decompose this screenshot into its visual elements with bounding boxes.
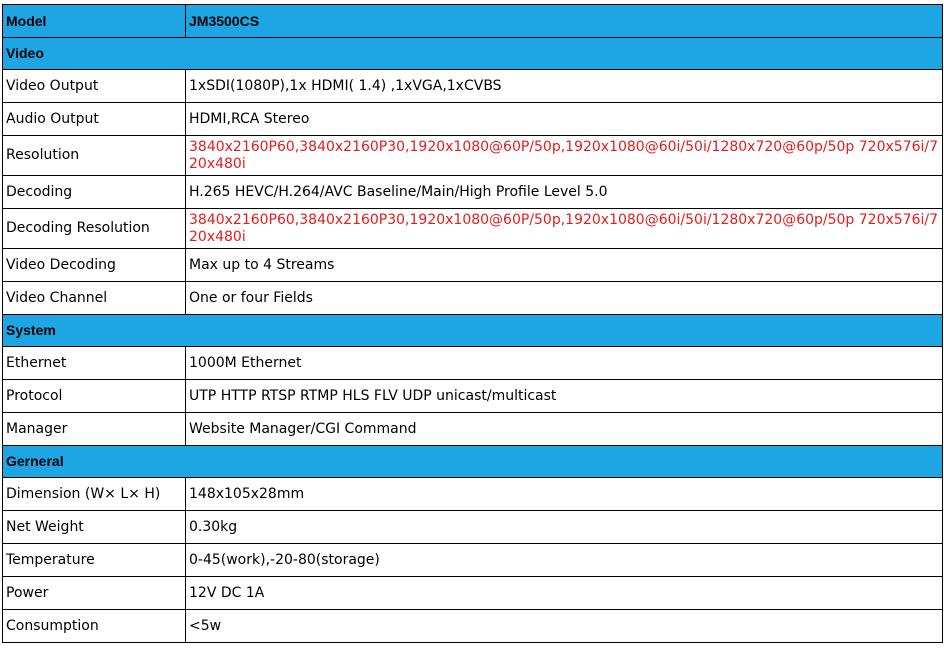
section-header-system: System (2, 314, 943, 347)
row-label: Decoding (2, 175, 186, 209)
table-row: Video Channel One or four Fields (2, 281, 943, 315)
row-label: Consumption (2, 609, 186, 643)
table-row: Temperature 0-45(work),-20-80(storage) (2, 543, 943, 577)
row-value: 1xSDI(1080P),1x HDMI( 1.4) ,1xVGA,1xCVBS (185, 69, 943, 103)
row-label: Protocol (2, 379, 186, 413)
row-label: Temperature (2, 543, 186, 577)
table-row: Video Decoding Max up to 4 Streams (2, 248, 943, 282)
row-label: Ethernet (2, 346, 186, 380)
highlighted-value: 3840x2160P60,3840x2160P30,1920x1080@60P/… (189, 211, 938, 245)
row-label: Audio Output (2, 102, 186, 136)
section-header-video: Video (2, 37, 943, 70)
model-row: Model JM3500CS (2, 4, 943, 38)
row-label: Video Output (2, 69, 186, 103)
table-row: Manager Website Manager/CGI Command (2, 412, 943, 446)
row-label: Manager (2, 412, 186, 446)
highlighted-value: 3840x2160P60,3840x2160P30,1920x1080@60P/… (189, 138, 938, 172)
row-value: <5w (185, 609, 943, 643)
section-title: System (2, 314, 943, 347)
table-row: Consumption <5w (2, 609, 943, 643)
row-value: 148x105x28mm (185, 477, 943, 511)
section-title: Gerneral (2, 445, 943, 478)
table-row: Protocol UTP HTTP RTSP RTMP HLS FLV UDP … (2, 379, 943, 413)
row-value: 12V DC 1A (185, 576, 943, 610)
table-row: Net Weight 0.30kg (2, 510, 943, 544)
row-label: Decoding Resolution (2, 208, 186, 249)
table-row: Power 12V DC 1A (2, 576, 943, 610)
row-value: UTP HTTP RTSP RTMP HLS FLV UDP unicast/m… (185, 379, 943, 413)
table-row: Decoding H.265 HEVC/H.264/AVC Baseline/M… (2, 175, 943, 209)
row-value: Website Manager/CGI Command (185, 412, 943, 446)
model-value: JM3500CS (185, 4, 943, 38)
section-title: Video (2, 37, 943, 70)
row-label: Video Decoding (2, 248, 186, 282)
table-row: Video Output 1xSDI(1080P),1x HDMI( 1.4) … (2, 69, 943, 103)
row-value: 3840x2160P60,3840x2160P30,1920x1080@60P/… (185, 135, 943, 176)
table-row: Decoding Resolution 3840x2160P60,3840x21… (2, 208, 943, 249)
row-label: Dimension (W× L× H) (2, 477, 186, 511)
table-row: Audio Output HDMI,RCA Stereo (2, 102, 943, 136)
table-row: Resolution 3840x2160P60,3840x2160P30,192… (2, 135, 943, 176)
row-value: Max up to 4 Streams (185, 248, 943, 282)
table-row: Dimension (W× L× H) 148x105x28mm (2, 477, 943, 511)
row-label: Power (2, 576, 186, 610)
row-value: H.265 HEVC/H.264/AVC Baseline/Main/High … (185, 175, 943, 209)
row-value: One or four Fields (185, 281, 943, 315)
row-value: 0.30kg (185, 510, 943, 544)
row-value: 1000M Ethernet (185, 346, 943, 380)
table-row: Ethernet 1000M Ethernet (2, 346, 943, 380)
model-label: Model (2, 4, 186, 38)
row-label: Net Weight (2, 510, 186, 544)
spec-table: Model JM3500CS Video Video Output 1xSDI(… (2, 4, 943, 643)
row-value: 3840x2160P60,3840x2160P30,1920x1080@60P/… (185, 208, 943, 249)
row-value: 0-45(work),-20-80(storage) (185, 543, 943, 577)
row-label: Resolution (2, 135, 186, 176)
row-value: HDMI,RCA Stereo (185, 102, 943, 136)
row-label: Video Channel (2, 281, 186, 315)
section-header-general: Gerneral (2, 445, 943, 478)
